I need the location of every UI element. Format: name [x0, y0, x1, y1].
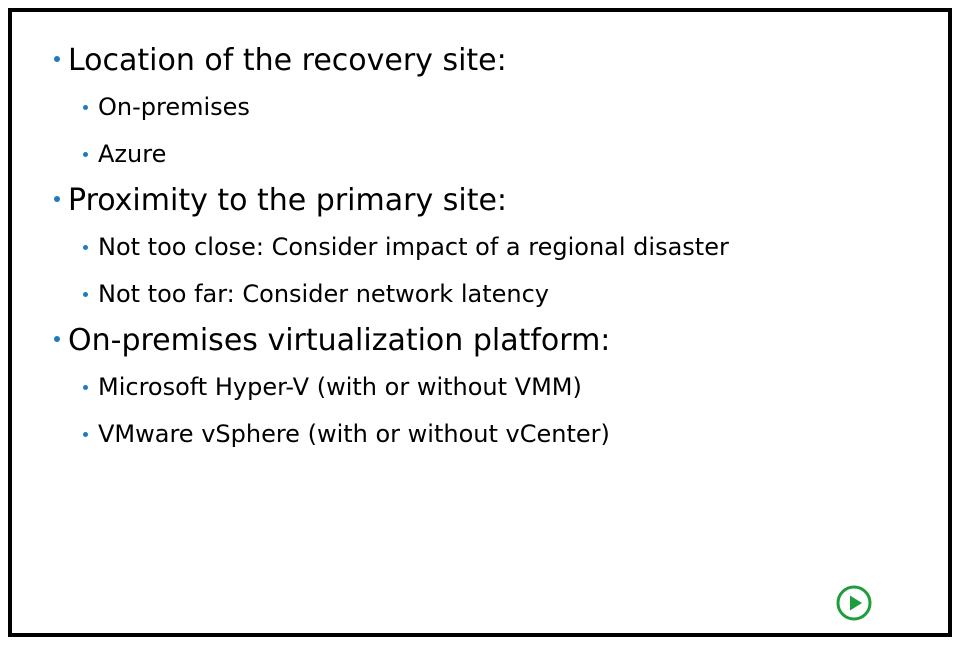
bullet-list: Location of the recovery site: On-premis… — [54, 38, 729, 458]
play-circle-icon — [836, 585, 872, 621]
sub-bullet-dot — [83, 432, 88, 437]
sub-bullet-hyper-v: Microsoft Hyper-V (with or without VMM) — [54, 364, 729, 411]
bullet-text: Proximity to the primary site: — [68, 183, 508, 218]
bullet-location: Location of the recovery site: — [54, 38, 729, 84]
bullet-proximity: Proximity to the primary site: — [54, 178, 729, 224]
sub-bullet-not-too-far: Not too far: Consider network latency — [54, 271, 729, 318]
bullet-text: Location of the recovery site: — [68, 43, 507, 78]
sub-bullet-text: Azure — [98, 140, 167, 168]
sub-bullet-text: On-premises — [98, 93, 250, 121]
play-button[interactable] — [836, 585, 872, 621]
sub-bullet-dot — [83, 245, 88, 250]
sub-bullet-dot — [83, 152, 88, 157]
sub-bullet-vsphere: VMware vSphere (with or without vCenter) — [54, 411, 729, 458]
sub-bullet-text: VMware vSphere (with or without vCenter) — [98, 420, 610, 448]
sub-bullet-dot — [83, 385, 88, 390]
sub-bullet-dot — [83, 292, 88, 297]
sub-bullet-text: Not too far: Consider network latency — [98, 280, 549, 308]
bullet-dot — [54, 56, 60, 62]
sub-bullet-on-premises: On-premises — [54, 84, 729, 131]
bullet-dot — [54, 336, 60, 342]
bullet-dot — [54, 196, 60, 202]
sub-bullet-text: Microsoft Hyper-V (with or without VMM) — [98, 373, 582, 401]
bullet-platform: On-premises virtualization platform: — [54, 318, 729, 364]
sub-bullet-text: Not too close: Consider impact of a regi… — [98, 233, 729, 261]
bullet-text: On-premises virtualization platform: — [68, 323, 611, 358]
slide-frame: Location of the recovery site: On-premis… — [8, 8, 952, 637]
sub-bullet-not-too-close: Not too close: Consider impact of a regi… — [54, 224, 729, 271]
sub-bullet-dot — [83, 105, 88, 110]
sub-bullet-azure: Azure — [54, 131, 729, 178]
